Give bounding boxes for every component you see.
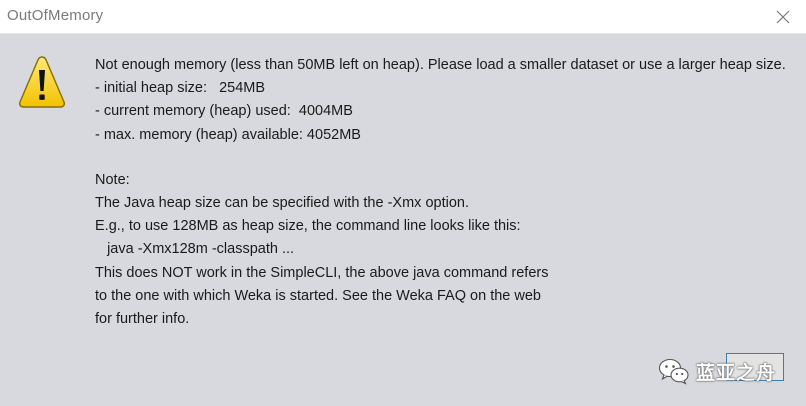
message-line: Note: <box>95 171 130 188</box>
message-line: E.g., to use 128MB as heap size, the com… <box>95 218 521 235</box>
close-button[interactable] <box>766 0 800 33</box>
message-line: - max. memory (heap) available: 4052MB <box>95 126 361 143</box>
error-message: Not enough memory (less than 50MB left o… <box>95 54 795 331</box>
dialog-content: Not enough memory (less than 50MB left o… <box>0 34 806 406</box>
window-title: OutOfMemory <box>7 7 104 24</box>
title-bar: OutOfMemory <box>0 0 806 34</box>
message-spacer <box>95 147 795 169</box>
ok-button[interactable] <box>726 353 784 381</box>
message-line: Not enough memory (less than 50MB left o… <box>95 57 786 73</box>
message-line: java -Xmx128m -classpath ... <box>95 241 295 258</box>
close-icon <box>776 10 790 23</box>
out-of-memory-dialog: OutOfMemory Not enough memory (less than… <box>0 0 806 406</box>
message-line: The Java heap size can be specified with… <box>95 194 469 211</box>
message-line: - current memory (heap) used: 4004MB <box>95 103 353 120</box>
warning-icon <box>18 56 66 108</box>
wechat-icon <box>658 358 689 385</box>
message-line: This does NOT work in the SimpleCLI, the… <box>95 264 549 281</box>
message-line: for further info. <box>95 310 190 327</box>
message-line: to the one with which Weka is started. S… <box>95 287 541 304</box>
message-line: - initial heap size: 254MB <box>95 80 266 97</box>
